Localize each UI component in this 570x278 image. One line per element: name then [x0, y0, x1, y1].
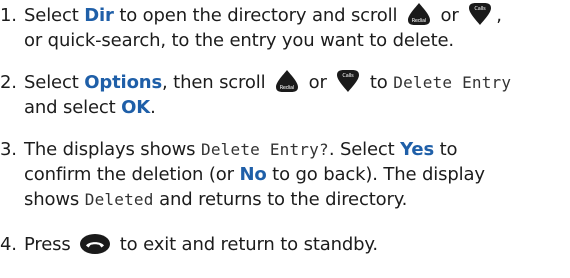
step-text: Select — [24, 5, 85, 26]
redial-label: Redial — [280, 85, 294, 91]
calls-down-icon: Calls — [335, 69, 361, 93]
step-text: to go back). The display — [266, 164, 485, 185]
step-text: and returns to the directory. — [153, 189, 408, 210]
redial-label: Redial — [412, 18, 426, 24]
step-text: , then scroll — [162, 72, 272, 93]
step-3-line-3: shows Deleted and returns to the directo… — [0, 187, 565, 212]
step-text: confirm the deletion (or — [24, 164, 240, 185]
lcd-text-deleted: Deleted — [84, 190, 154, 209]
step-text: The displays shows — [24, 139, 201, 160]
step-text: Press — [24, 234, 77, 255]
key-no-label: No — [239, 164, 267, 185]
step-2: 2. Select Options, then scroll Redial or … — [0, 69, 565, 120]
step-1-line-1: 1. Select Dir to open the directory and s… — [0, 2, 565, 28]
step-text: to — [364, 72, 394, 93]
step-number: 4. — [0, 234, 17, 255]
key-options-label: Options — [84, 72, 163, 93]
end-call-icon — [79, 233, 111, 255]
redial-up-icon: Redial — [406, 2, 432, 26]
step-text: to — [434, 139, 458, 160]
step-4-line-1: 4. Press to exit and return to standby. — [0, 232, 565, 257]
step-number: 1. — [0, 5, 17, 26]
step-2-line-1: 2. Select Options, then scroll Redial or … — [0, 69, 565, 95]
step-text: and select — [24, 97, 122, 118]
calls-label: Calls — [475, 6, 487, 12]
step-text: to open the directory and scroll — [113, 5, 403, 26]
step-3-line-1: 3. The displays shows Delete Entry?. Sele… — [0, 137, 565, 162]
step-2-line-2: and select OK. — [0, 95, 565, 120]
step-text: or quick-search, to the entry you want t… — [24, 30, 454, 51]
step-1: 1. Select Dir to open the directory and s… — [0, 2, 565, 53]
step-number: 3. — [0, 139, 17, 160]
step-1-line-2: or quick-search, to the entry you want t… — [0, 28, 565, 53]
step-text: Select — [24, 72, 85, 93]
lcd-text-delete-entry-question: Delete Entry? — [200, 140, 329, 159]
step-text: or — [303, 72, 333, 93]
step-text: or — [434, 5, 465, 26]
step-4: 4. Press to exit and return to standby. — [0, 232, 565, 257]
step-text: . — [150, 97, 156, 118]
step-text: . Select — [328, 139, 401, 160]
lcd-text-delete-entry: Delete Entry — [393, 73, 512, 92]
calls-down-icon: Calls — [467, 2, 493, 26]
key-ok-label: OK — [121, 97, 151, 118]
step-3: 3. The displays shows Delete Entry?. Sele… — [0, 137, 565, 212]
step-text: , — [496, 5, 502, 26]
step-text: shows — [24, 189, 85, 210]
key-yes-label: Yes — [400, 139, 435, 160]
step-number: 2. — [0, 72, 17, 93]
step-text: to exit and return to standby. — [114, 234, 378, 255]
key-dir-label: Dir — [84, 5, 114, 26]
redial-up-icon: Redial — [274, 69, 300, 93]
calls-label: Calls — [343, 73, 355, 79]
step-3-line-2: confirm the deletion (or No to go back).… — [0, 162, 565, 187]
